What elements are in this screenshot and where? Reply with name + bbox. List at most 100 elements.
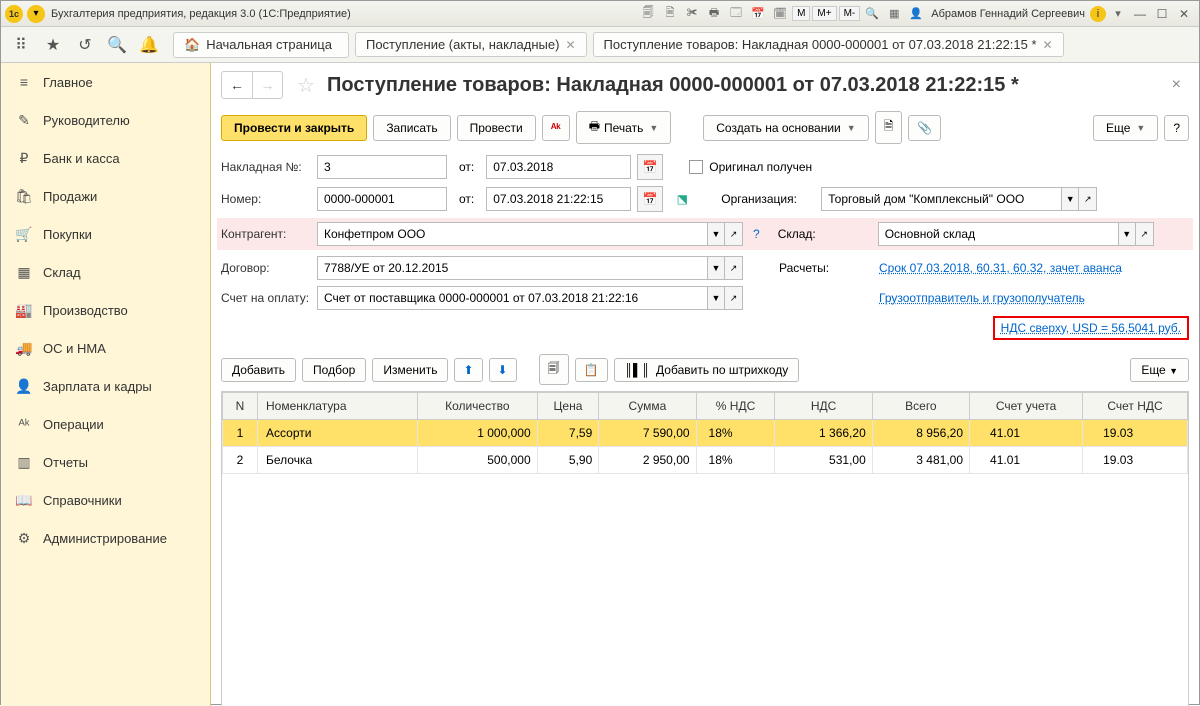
sidebar-item-operations[interactable]: ᴬᵏОперации [1,405,210,443]
bill-input[interactable] [317,286,707,310]
close-document-button[interactable]: × [1164,76,1189,94]
grid-icon[interactable]: ▦ [884,4,904,24]
open-icon[interactable]: ↗ [1136,222,1154,246]
sidebar-item-reports[interactable]: ▥Отчеты [1,443,210,481]
search-icon[interactable]: 🔍 [103,31,131,59]
favorite-star-icon[interactable]: ☆ [293,72,319,98]
number-date-input[interactable] [486,187,631,211]
sidebar-item-payroll[interactable]: 👤Зарплата и кадры [1,367,210,405]
edit-button[interactable]: Изменить [372,358,448,382]
zoom-icon[interactable]: 🔍 [862,4,882,24]
calendar-icon[interactable]: 📅 [748,4,768,24]
chevron-down-icon[interactable]: ▼ [1118,222,1136,246]
move-up-button[interactable]: ⬆ [454,358,482,382]
vat-settings-link[interactable]: НДС сверху, USD = 56,5041 руб. [1001,321,1181,335]
tab-receipts[interactable]: Поступление (акты, накладные) ✕ [355,32,587,57]
shipper-link[interactable]: Грузоотправитель и грузополучатель [879,291,1085,305]
sidebar-item-references[interactable]: 📖Справочники [1,481,210,519]
sidebar-item-manager[interactable]: ✎Руководителю [1,101,210,139]
open-icon[interactable]: ↗ [1079,187,1097,211]
move-down-button[interactable]: ⬇ [489,358,517,382]
col-n[interactable]: N [223,393,258,420]
tab-document[interactable]: Поступление товаров: Накладная 0000-0000… [593,32,1064,57]
sidebar-item-bank[interactable]: ₽Банк и касса [1,139,210,177]
minimize-button[interactable]: — [1129,5,1151,23]
calendar-icon[interactable]: 📅 [637,154,663,180]
save-button[interactable]: Записать [373,115,450,141]
close-window-button[interactable]: ✕ [1173,5,1195,23]
open-icon[interactable]: ↗ [725,222,743,246]
col-vat-account[interactable]: Счет НДС [1083,393,1188,420]
sidebar-item-sales[interactable]: 🛍Продажи [1,177,210,215]
post-and-close-button[interactable]: Провести и закрыть [221,115,367,141]
original-received-checkbox[interactable] [689,160,703,174]
col-price[interactable]: Цена [537,393,599,420]
maximize-button[interactable]: ☐ [1151,5,1173,23]
nav-back-button[interactable]: ← [222,72,252,98]
sidebar-item-warehouse[interactable]: ▦Склад [1,253,210,291]
col-vat-pct[interactable]: % НДС [696,393,775,420]
print-button[interactable]: 🖶Печать▼ [576,111,672,144]
preview-icon[interactable]: 🗔 [726,4,746,24]
col-account[interactable]: Счет учета [970,393,1083,420]
pick-button[interactable]: Подбор [302,358,366,382]
status-icon[interactable]: ⬔ [669,186,695,212]
favorite-icon[interactable]: ★ [39,31,67,59]
titlebar-icon[interactable]: 🗐 [638,4,658,24]
col-vat[interactable]: НДС [775,393,872,420]
close-icon[interactable]: ✕ [1043,38,1053,52]
app-back-icon[interactable]: ▾ [27,5,45,23]
chevron-down-icon[interactable]: ▼ [1061,187,1079,211]
add-row-button[interactable]: Добавить [221,358,296,382]
contragent-input[interactable] [317,222,707,246]
paste-button[interactable]: 📋 [575,358,608,382]
apps-menu-icon[interactable]: ⠿ [7,31,35,59]
chevron-down-icon[interactable]: ▼ [707,222,725,246]
tab-home[interactable]: 🏠 Начальная страница [173,32,349,58]
help-button[interactable]: ? [1164,115,1189,141]
titlebar-icon[interactable]: ✀ [682,4,702,24]
post-button[interactable]: Провести [457,115,536,141]
sidebar-item-assets[interactable]: 🚚ОС и НМА [1,329,210,367]
number-input[interactable] [317,187,447,211]
sidebar-item-purchases[interactable]: 🛒Покупки [1,215,210,253]
notify-icon[interactable]: 🔔 [135,31,163,59]
sidebar-item-production[interactable]: 🏭Производство [1,291,210,329]
warehouse-input[interactable] [878,222,1118,246]
open-icon[interactable]: ↗ [725,256,743,280]
mem-mplus-button[interactable]: M+ [812,6,836,21]
chevron-down-icon[interactable]: ▼ [707,286,725,310]
print-icon[interactable]: 🖶 [704,4,724,24]
more-button[interactable]: Еще▼ [1093,115,1158,141]
titlebar-icon[interactable]: 🗎 [660,4,680,24]
invoice-no-input[interactable] [317,155,447,179]
attach-button[interactable]: 📎 [908,115,941,141]
col-qty[interactable]: Количество [418,393,538,420]
mem-mminus-button[interactable]: M- [839,6,861,21]
barcode-button[interactable]: ║▌║Добавить по штрихкоду [614,358,800,382]
table-row[interactable]: 2Белочка500,0005,902 950,0018%531,003 48… [223,447,1188,474]
help-link[interactable]: ? [753,227,760,241]
close-icon[interactable]: ✕ [565,38,575,52]
dropdown-icon[interactable]: ▾ [1108,4,1128,24]
create-based-button[interactable]: Создать на основании▼ [703,115,868,141]
mem-m-button[interactable]: M [792,6,810,21]
info-icon[interactable]: i [1090,6,1106,22]
nav-forward-button[interactable]: → [252,72,282,98]
dt-kt-button[interactable]: ᴬᵏ [542,115,570,141]
calc-icon[interactable]: 🗓 [770,4,790,24]
table-row[interactable]: 1Ассорти1 000,0007,597 590,0018%1 366,20… [223,420,1188,447]
sidebar-item-admin[interactable]: ⚙Администрирование [1,519,210,557]
invoice-date-input[interactable] [486,155,631,179]
calculations-link[interactable]: Срок 07.03.2018, 60.31, 60.32, зачет ава… [879,261,1122,275]
table-more-button[interactable]: Еще ▼ [1130,358,1189,382]
chevron-down-icon[interactable]: ▼ [707,256,725,280]
open-icon[interactable]: ↗ [725,286,743,310]
copy-button[interactable]: 🗐 [539,354,569,385]
contract-input[interactable] [317,256,707,280]
sidebar-item-main[interactable]: ≡Главное [1,63,210,101]
history-icon[interactable]: ↺ [71,31,99,59]
form-icon-button[interactable]: 🗎 [875,111,903,144]
col-name[interactable]: Номенклатура [258,393,418,420]
org-input[interactable] [821,187,1061,211]
